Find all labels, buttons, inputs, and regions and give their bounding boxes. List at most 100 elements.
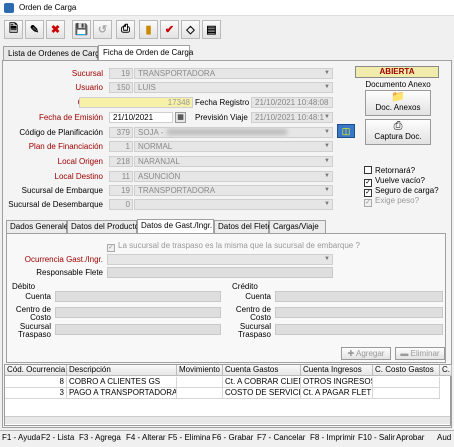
sucursal-desembarque-code[interactable]: 0 bbox=[109, 199, 133, 210]
subtab-datos-flete[interactable]: Datos del Flete bbox=[214, 220, 272, 233]
table-cell[interactable]: 8 bbox=[5, 377, 67, 388]
column-header[interactable]: C. bbox=[440, 365, 452, 376]
usuario-label: Usuario bbox=[75, 83, 103, 92]
calendar-icon[interactable]: ▦ bbox=[175, 112, 186, 123]
subtab-datos-producto[interactable]: Datos del Producto bbox=[67, 220, 139, 233]
clear-icon[interactable]: ◇ bbox=[181, 20, 200, 39]
sucursal-embarque-select[interactable]: TRANSPORTADORA ▼ bbox=[134, 185, 333, 196]
documento-anexo-label: Documento Anexo bbox=[365, 80, 431, 89]
confirm-icon[interactable]: ✔ bbox=[160, 20, 179, 39]
local-origen-code[interactable]: 218 bbox=[109, 156, 133, 167]
sucursal-embarque-code[interactable]: 19 bbox=[109, 185, 133, 196]
chevron-down-icon: ▼ bbox=[324, 201, 330, 207]
save-icon[interactable]: 💾 bbox=[72, 20, 91, 39]
credito-traspaso-field[interactable] bbox=[275, 324, 443, 335]
column-header[interactable]: Descripción bbox=[67, 365, 177, 376]
column-header[interactable]: Cuenta Ingresos bbox=[301, 365, 373, 376]
table-cell[interactable] bbox=[373, 377, 440, 388]
f8-print[interactable]: F8 - Imprimir bbox=[310, 433, 355, 442]
exit-icon[interactable]: ▮ bbox=[139, 20, 158, 39]
debito-centro-field[interactable] bbox=[55, 307, 221, 318]
prevision-value: 21/10/2021 10:48:1 bbox=[255, 113, 324, 122]
f10-exit[interactable]: F10 - Salir bbox=[358, 433, 395, 442]
sucursal-desembarque-select[interactable]: ▼ bbox=[134, 199, 333, 210]
approve-button[interactable]: Aprobar bbox=[396, 433, 432, 442]
tab-list[interactable]: Lista de Ordenes de Carga bbox=[3, 46, 104, 60]
prevision-field[interactable]: 21/10/2021 10:48:1 ▼ bbox=[251, 112, 333, 123]
redacted-text bbox=[167, 129, 288, 135]
debito-traspaso-field[interactable] bbox=[55, 324, 221, 335]
print-icon[interactable]: ⎙ bbox=[116, 20, 135, 39]
toolbar: 🗎 ✎ ✖ 💾 ↺ ⎙ ▮ ✔ ◇ ▤ bbox=[0, 18, 454, 44]
agregar-button[interactable]: ✚ Agregar bbox=[341, 347, 391, 360]
tab-detail[interactable]: Ficha de Orden de Carga bbox=[98, 45, 193, 60]
debito-cuenta-field[interactable] bbox=[55, 291, 221, 302]
plan-financiacion-code[interactable]: 1 bbox=[109, 141, 133, 152]
credito-centro-field[interactable] bbox=[275, 307, 443, 318]
audit-button[interactable]: Aud bbox=[437, 433, 454, 442]
delete-icon[interactable]: ✖ bbox=[46, 20, 65, 39]
captura-doc-label: Captura Doc. bbox=[374, 132, 422, 141]
chevron-down-icon: ▼ bbox=[324, 158, 330, 164]
table-cell[interactable] bbox=[177, 377, 223, 388]
edit-icon[interactable]: ✎ bbox=[25, 20, 44, 39]
eliminar-button[interactable]: ▬ Eliminar bbox=[395, 347, 445, 360]
f5-delete[interactable]: F5 - Elimina bbox=[168, 433, 210, 442]
table-cell[interactable] bbox=[177, 388, 223, 399]
column-header[interactable]: Cód. Ocurrencia bbox=[5, 365, 67, 376]
f1-help[interactable]: F1 - Ayuda bbox=[2, 433, 40, 442]
horizontal-scrollbar[interactable] bbox=[5, 416, 450, 424]
seguro-carga-label: Seguro de carga? bbox=[375, 186, 439, 195]
f7-cancel[interactable]: F7 - Cancelar bbox=[257, 433, 307, 442]
table-cell[interactable]: PAGO A TRANSPORTADORA ( bbox=[67, 388, 177, 399]
credito-cuenta-field[interactable] bbox=[275, 291, 443, 302]
local-destino-code[interactable]: 11 bbox=[109, 171, 133, 182]
fecha-emision-field[interactable]: 21/10/2021 bbox=[109, 112, 173, 123]
checkbox-box: ✓ bbox=[107, 244, 115, 252]
local-destino-value: ASUNCIÓN bbox=[138, 172, 181, 181]
sucursal-select[interactable]: TRANSPORTADORA ▼ bbox=[134, 68, 333, 79]
local-origen-select[interactable]: NARANJAL ▼ bbox=[134, 156, 333, 167]
table-cell[interactable]: Ct. A PAGAR FLETE ( bbox=[301, 388, 373, 399]
table-cell[interactable]: COBRO A CLIENTES GS bbox=[67, 377, 177, 388]
local-destino-select[interactable]: ASUNCIÓN ▼ bbox=[134, 171, 333, 182]
new-icon[interactable]: 🗎 bbox=[4, 20, 23, 39]
column-header[interactable]: C. Costo Gastos bbox=[373, 365, 440, 376]
cancel-icon[interactable]: ↺ bbox=[93, 20, 112, 39]
f4-edit[interactable]: F4 - Alterar bbox=[126, 433, 166, 442]
doc-anexos-button[interactable]: 📁 Doc. Anexos bbox=[365, 90, 431, 116]
f2-list[interactable]: F2 - Lista bbox=[41, 433, 77, 442]
eliminar-label: Eliminar bbox=[410, 349, 440, 358]
f3-add[interactable]: F3 - Agrega bbox=[79, 433, 124, 442]
exige-peso-checkbox[interactable]: ✓ Exige peso? bbox=[364, 196, 419, 207]
usuario-code[interactable]: 150 bbox=[109, 82, 133, 93]
same-branch-checkbox[interactable]: ✓ La sucursal de traspaso es la misma que… bbox=[107, 241, 360, 252]
local-destino-label: Local Destino bbox=[54, 172, 103, 181]
nav-icon[interactable]: ▤ bbox=[202, 20, 221, 39]
credito-traspaso-label: Traspaso bbox=[237, 330, 271, 339]
f6-save[interactable]: F6 - Grabar bbox=[212, 433, 254, 442]
planificacion-select[interactable]: SOJA - ▼ bbox=[134, 127, 333, 138]
table-cell[interactable]: OTROS INGRESOS Y bbox=[301, 377, 373, 388]
codigo-field[interactable]: 17348 bbox=[79, 97, 193, 108]
table-cell[interactable]: COSTO DE SERVICIO: bbox=[223, 388, 301, 399]
chevron-down-icon: ▼ bbox=[324, 70, 330, 76]
planificacion-code[interactable]: 379 bbox=[109, 127, 133, 138]
subtab-datos-gastos[interactable]: Datos de Gast./Ingr. bbox=[137, 219, 214, 233]
column-header[interactable]: Cuenta Gastos bbox=[223, 365, 301, 376]
title-bar: Orden de Carga bbox=[0, 0, 454, 16]
plan-financiacion-select[interactable]: NORMAL ▼ bbox=[134, 141, 333, 152]
ocurrencia-select[interactable]: ▼ bbox=[107, 254, 333, 265]
sucursal-code[interactable]: 19 bbox=[109, 68, 133, 79]
table-cell[interactable] bbox=[373, 388, 440, 399]
column-header[interactable]: Movimiento bbox=[177, 365, 223, 376]
responsable-field[interactable] bbox=[107, 267, 333, 278]
table-cell[interactable]: Ct. A COBRAR CLIENT bbox=[223, 377, 301, 388]
subtab-cargas-viaje[interactable]: Cargas/Viaje bbox=[269, 220, 326, 233]
captura-doc-button[interactable]: ⎙ Captura Doc. bbox=[365, 119, 431, 145]
retornara-checkbox[interactable]: Retornará? bbox=[364, 166, 415, 175]
usuario-select[interactable]: LUIS ▼ bbox=[134, 82, 333, 93]
subtab-dados-generales[interactable]: Dados Generales bbox=[6, 220, 72, 233]
table-cell[interactable]: 3 bbox=[5, 388, 67, 399]
lookup-icon[interactable]: ◫ bbox=[337, 124, 355, 138]
